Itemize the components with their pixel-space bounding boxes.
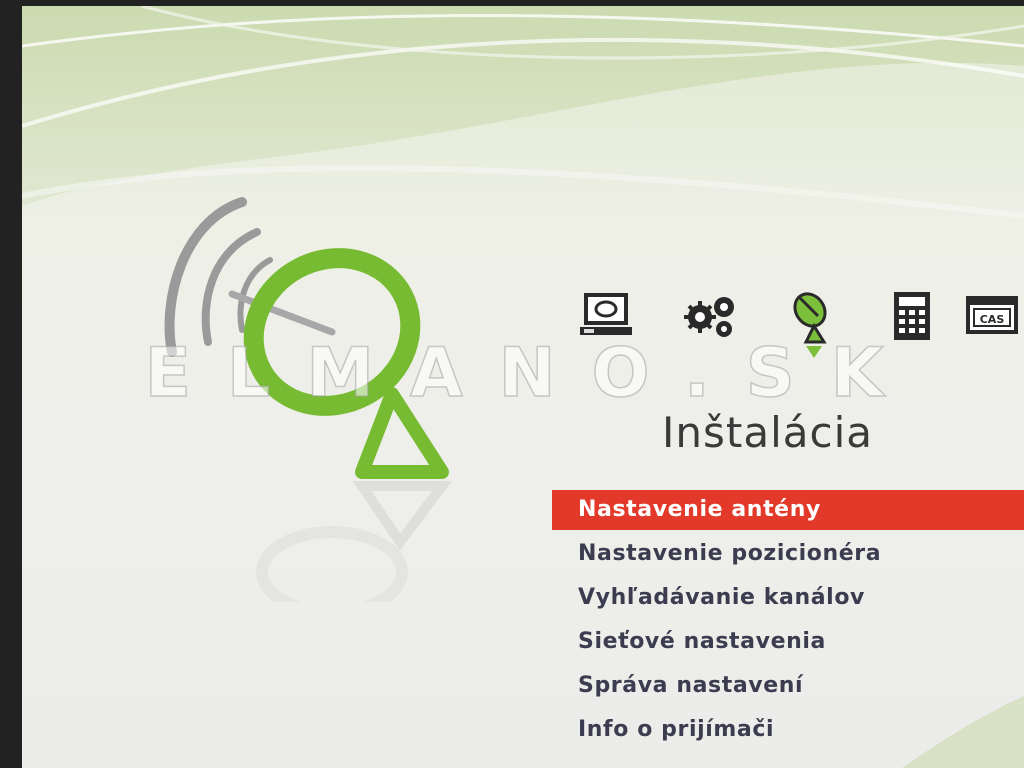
menu-item-positioner-settings[interactable]: Nastavenie pozicionéra [552, 534, 1024, 574]
menu-item-receiver-info[interactable]: Info o prijímači [552, 710, 1024, 750]
cas-icon-label: CAS [980, 313, 1005, 326]
tv-screen: CAS ELMANO.SK Inštalácia Nastavenie anté… [22, 6, 1024, 768]
menu-item-settings-management[interactable]: Správa nastavení [552, 666, 1024, 706]
installation-menu: Nastavenie antény Nastavenie pozicionéra… [552, 490, 1024, 754]
page-title: Inštalácia [662, 408, 873, 457]
watermark: ELMANO.SK [144, 333, 920, 414]
menu-item-network-settings[interactable]: Sieťové nastavenia [552, 622, 1024, 662]
menu-item-channel-search[interactable]: Vyhľadávanie kanálov [552, 578, 1024, 618]
menu-item-antenna-settings[interactable]: Nastavenie antény [552, 490, 1024, 530]
